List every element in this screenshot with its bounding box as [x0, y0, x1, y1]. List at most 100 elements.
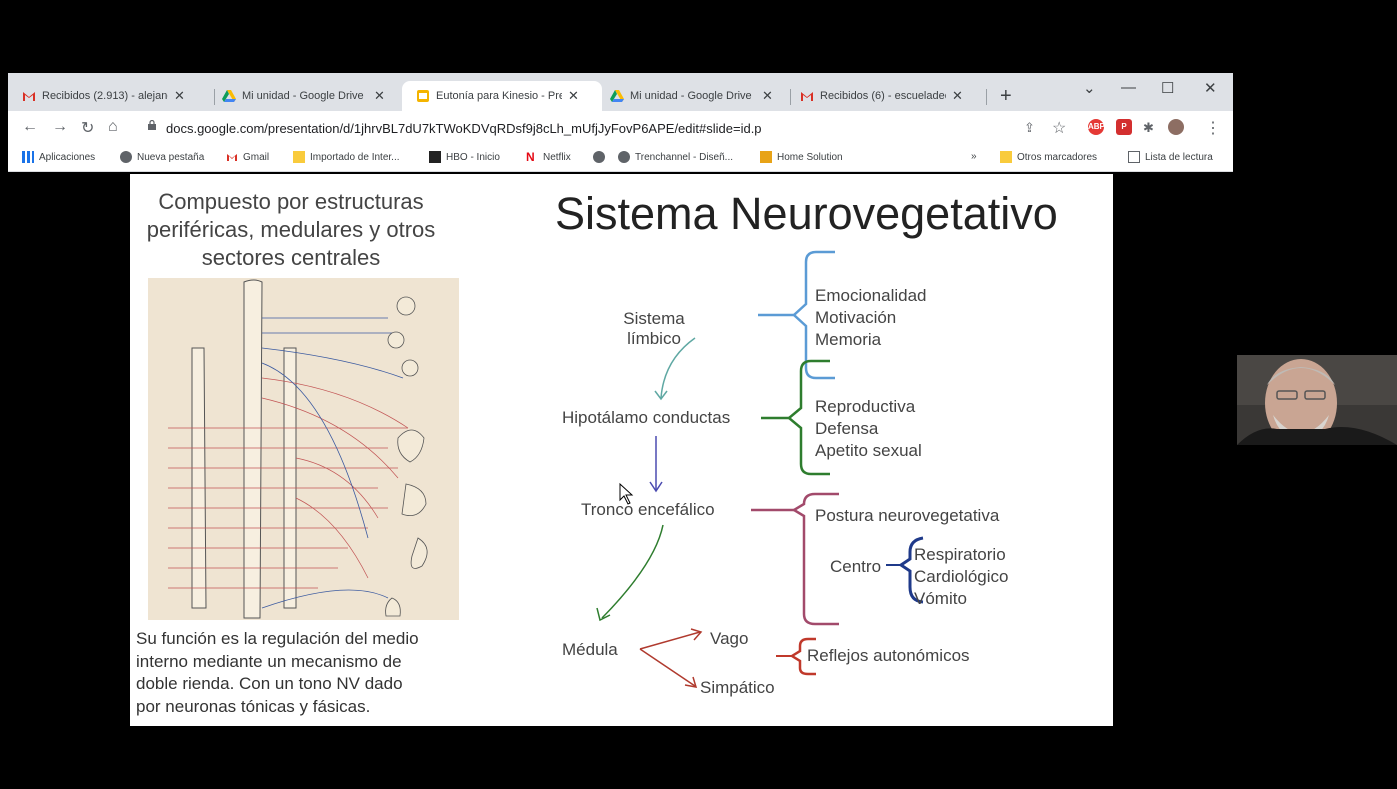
- tab-title: Mi unidad - Google Drive: [242, 90, 364, 102]
- tab-title: Eutonía para Kinesio - Prese: [436, 90, 562, 102]
- node-label: límbico: [627, 329, 681, 348]
- bookmark-hbo[interactable]: HBO - Inicio: [429, 151, 500, 163]
- presentation-viewport: Compuesto por estructuras periféricas, m…: [8, 172, 1233, 726]
- bookmark-label: Nueva pestaña: [137, 151, 205, 163]
- tab-strip: Recibidos (2.913) - alejandro ✕ Mi unida…: [8, 73, 1233, 111]
- back-button[interactable]: ←: [22, 118, 38, 136]
- bookmark-label: HBO - Inicio: [446, 151, 500, 163]
- bookmark-label: Lista de lectura: [1145, 151, 1213, 163]
- menu-icon[interactable]: ⋮: [1205, 118, 1221, 138]
- tab-drive-2[interactable]: Mi unidad - Google Drive ✕: [596, 81, 773, 111]
- extensions-icon[interactable]: ✱: [1143, 120, 1154, 136]
- bookmark-lista-lectura[interactable]: Lista de lectura: [1128, 151, 1213, 163]
- minimize-button[interactable]: —: [1121, 79, 1136, 96]
- node-hipotalamo: Hipotálamo conductas: [562, 408, 731, 427]
- pdf-icon[interactable]: P: [1116, 119, 1132, 135]
- limbico-list: Emocionalidad Motivación Memoria: [815, 285, 927, 351]
- bookmark-apps[interactable]: Aplicaciones: [22, 151, 95, 163]
- bookmarks-overflow-button[interactable]: »: [971, 151, 977, 162]
- netflix-icon: N: [526, 150, 535, 164]
- node-medula: Médula: [562, 640, 618, 659]
- slides-icon: [416, 89, 430, 103]
- hbo-icon: [429, 151, 441, 163]
- browser-toolbar: ← → ↻ ⌂ docs.google.com/presentation/d/1…: [8, 111, 1233, 145]
- drive-icon: [610, 89, 624, 103]
- green-arrowhead: [596, 607, 611, 622]
- bookmark-netflix[interactable]: N Netflix: [526, 151, 571, 163]
- slide: Compuesto por estructuras periféricas, m…: [130, 174, 1113, 726]
- bookmark-importado[interactable]: Importado de Inter...: [293, 151, 400, 163]
- bookmark-label: Gmail: [243, 151, 270, 163]
- profile-avatar[interactable]: [1168, 119, 1184, 135]
- home-icon[interactable]: ⌂: [108, 118, 118, 136]
- node-reflejos-autonomicos: Reflejos autonómicos: [807, 646, 970, 665]
- node-simpatico: Simpático: [700, 678, 775, 697]
- close-icon[interactable]: ✕: [568, 88, 579, 104]
- vago-arrow: [639, 631, 701, 650]
- list-item: Cardiológico: [914, 567, 1009, 586]
- green-arrow: [601, 524, 664, 619]
- close-icon[interactable]: ✕: [374, 88, 385, 104]
- bookmark-label: Trenchannel - Diseñ...: [635, 151, 734, 163]
- apps-grid-icon: [22, 151, 34, 163]
- drive-icon: [222, 89, 236, 103]
- tab-gmail-2[interactable]: Recibidos (6) - escueladeeut ✕: [786, 81, 963, 111]
- bookmark-label: Home Solution: [777, 151, 843, 163]
- adblock-icon[interactable]: ABP: [1088, 119, 1105, 135]
- concept-map-connectors: [596, 250, 924, 688]
- bookmark-otros-marcadores[interactable]: Otros marcadores: [1000, 151, 1097, 163]
- new-tab-button[interactable]: +: [1000, 85, 1012, 108]
- forward-button[interactable]: →: [52, 118, 68, 136]
- list-item: Defensa: [815, 419, 879, 438]
- participant-video: [1237, 355, 1397, 445]
- address-bar[interactable]: docs.google.com/presentation/d/1jhrvBL7d…: [138, 115, 1028, 141]
- globe-icon: [593, 151, 605, 163]
- hipotalamo-list: Reproductiva Defensa Apetito sexual: [815, 396, 922, 462]
- reading-list-icon: [1128, 151, 1140, 163]
- bookmark-globe[interactable]: [593, 151, 610, 163]
- url-text: docs.google.com/presentation/d/1jhrvBL7d…: [166, 121, 762, 136]
- lock-icon: [148, 120, 156, 130]
- browser-window: Recibidos (2.913) - alejandro ✕ Mi unida…: [8, 73, 1233, 726]
- list-item: Memoria: [815, 330, 882, 349]
- list-item: Motivación: [815, 308, 897, 327]
- tab-search-icon[interactable]: ⌄: [1083, 79, 1096, 97]
- close-window-button[interactable]: ✕: [1204, 79, 1217, 97]
- tab-gmail-1[interactable]: Recibidos (2.913) - alejandro ✕: [8, 81, 185, 111]
- tab-divider: [986, 89, 987, 105]
- bookmark-label: Aplicaciones: [39, 151, 96, 163]
- list-item: Emocionalidad: [815, 286, 927, 305]
- gmail-icon: [800, 89, 814, 103]
- globe-icon: [618, 151, 630, 163]
- list-item: Vómito: [914, 589, 967, 608]
- maximize-button[interactable]: ☐: [1161, 79, 1174, 97]
- close-icon[interactable]: ✕: [762, 88, 773, 104]
- bookmark-trenchannel[interactable]: Trenchannel - Diseñ...: [618, 151, 733, 163]
- close-icon[interactable]: ✕: [174, 88, 185, 104]
- node-vago: Vago: [710, 629, 749, 648]
- bookmark-label: Otros marcadores: [1017, 151, 1098, 163]
- list-item: Apetito sexual: [815, 441, 922, 460]
- folder-icon: [293, 151, 305, 163]
- bookmark-label: Netflix: [543, 151, 571, 163]
- tab-slides-active[interactable]: Eutonía para Kinesio - Prese ✕: [402, 81, 602, 111]
- share-icon[interactable]: ⇪: [1024, 120, 1035, 136]
- centro-list: Respiratorio Cardiológico Vómito: [914, 544, 1009, 610]
- close-icon[interactable]: ✕: [952, 88, 963, 104]
- tab-drive-1[interactable]: Mi unidad - Google Drive ✕: [208, 81, 385, 111]
- bookmark-gmail[interactable]: Gmail: [226, 151, 269, 163]
- tab-title: Mi unidad - Google Drive: [630, 90, 752, 102]
- reload-button[interactable]: ↻: [81, 118, 94, 138]
- gmail-icon: [22, 89, 36, 103]
- bookmark-star-icon[interactable]: ☆: [1052, 118, 1066, 138]
- bookmark-home-solution[interactable]: Home Solution: [760, 151, 843, 163]
- list-item: Respiratorio: [914, 545, 1006, 564]
- gmail-icon: [226, 151, 238, 163]
- folder-icon: [1000, 151, 1012, 163]
- node-centro: Centro: [830, 557, 882, 576]
- tab-title: Recibidos (2.913) - alejandro: [42, 90, 168, 102]
- postura-neurovegetativa: Postura neurovegetativa: [815, 506, 1000, 525]
- bookmark-nueva-pestana[interactable]: Nueva pestaña: [120, 151, 204, 163]
- node-label: Sistema: [623, 309, 685, 328]
- node-sistema-limbico: Sistema límbico: [619, 309, 689, 349]
